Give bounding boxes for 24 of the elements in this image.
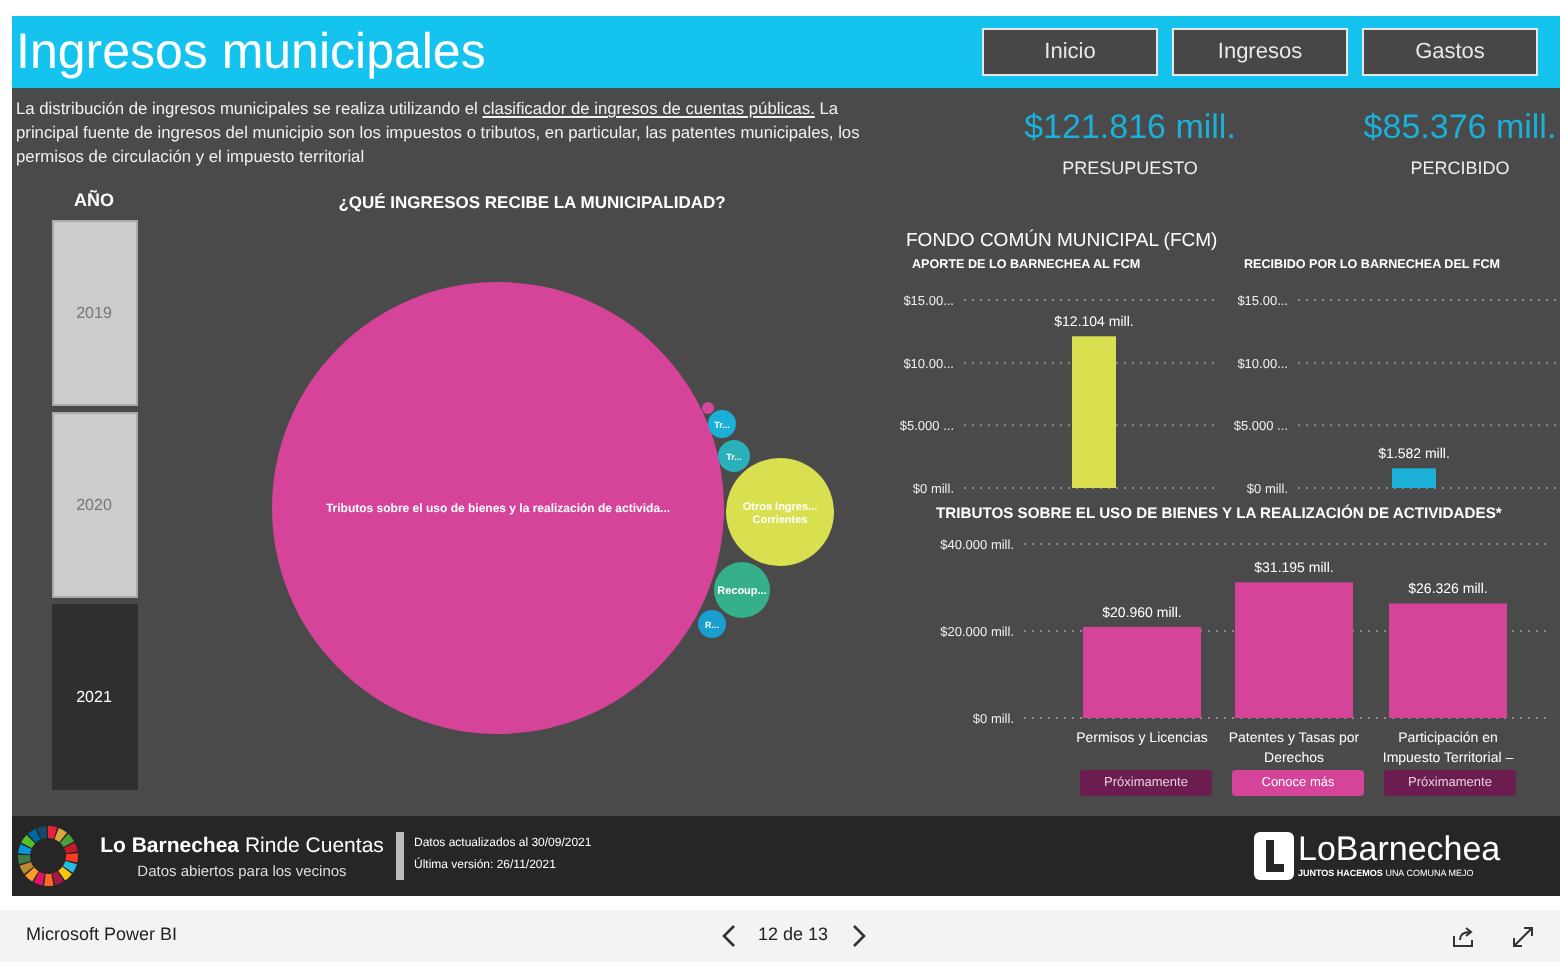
- logo-text: LoBarnechea: [1298, 832, 1501, 868]
- kpi-value: $85.376 mill.: [1363, 106, 1557, 150]
- nav-button[interactable]: Inicio: [982, 28, 1158, 76]
- chart-title: ¿QUÉ INGRESOS RECIBE LA MUNICIPALIDAD?: [338, 190, 726, 216]
- expand-icon[interactable]: [1512, 925, 1534, 947]
- next-page-button[interactable]: [848, 922, 869, 950]
- section-title: FONDO COMÚN MUNICIPAL (FCM): [904, 228, 1220, 254]
- previous-page-button[interactable]: [718, 922, 738, 950]
- share-icon[interactable]: [1452, 925, 1476, 947]
- kpi-label: PERCIBIDO: [1410, 156, 1510, 182]
- brand-name: Lo Barnechea Rinde Cuentas: [100, 831, 384, 859]
- nav-button[interactable]: Ingresos: [1172, 28, 1348, 76]
- page-title: Ingresos municipales: [14, 27, 488, 77]
- app-name: Microsoft Power BI: [26, 922, 180, 949]
- slicer-title: AÑO: [74, 188, 114, 214]
- page-indicator: 12 de 13: [758, 922, 829, 949]
- letter-logo-icon: [1254, 832, 1294, 880]
- year-option[interactable]: 2021: [51, 604, 137, 790]
- nav-button[interactable]: Gastos: [1362, 28, 1538, 76]
- kpi-label: PRESUPUESTO: [1062, 156, 1198, 182]
- color-wheel-icon: [16, 824, 80, 888]
- kpi-value: $121.816 mill.: [1024, 106, 1236, 150]
- intro-paragraph: La distribución de ingresos municipales se realiza utilizando el clasificador de ingresos de cuentas públicas. La principal fuente de ingresos del municipio son los impuestos o tributos, en particular, las patentes municipales, los permisos de circulación y el impuesto territorial: [14, 96, 862, 168]
- classifier-link[interactable]: clasificador de ingresos de cuentas públicas.: [482, 98, 815, 118]
